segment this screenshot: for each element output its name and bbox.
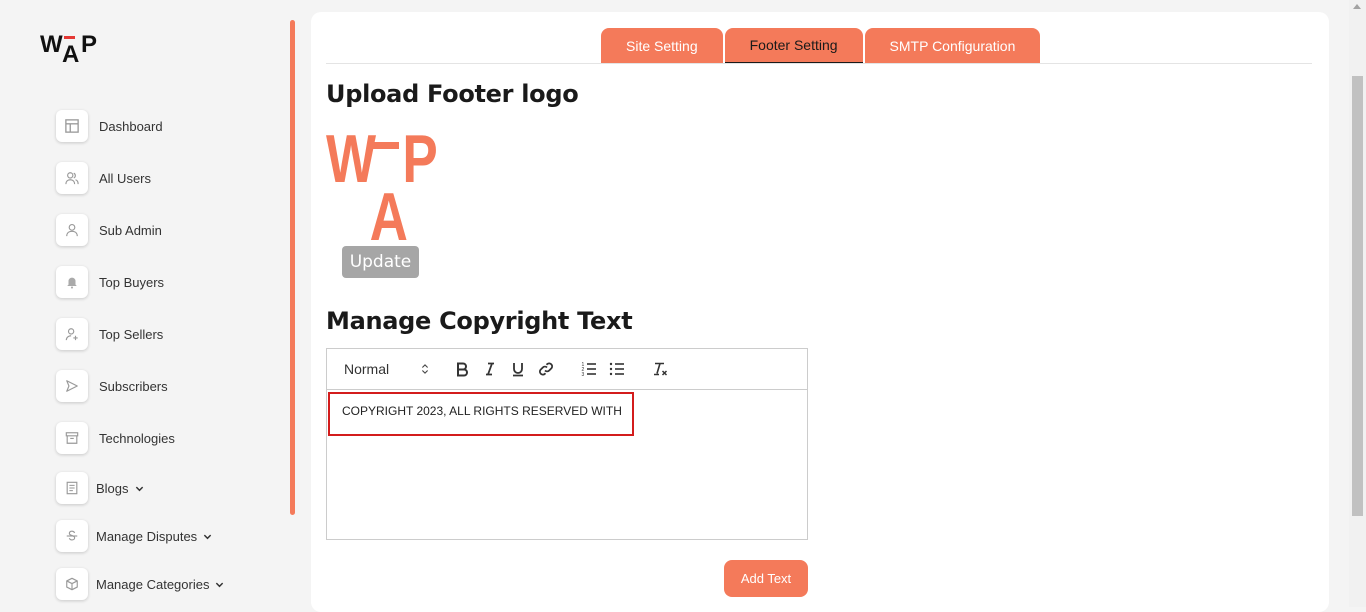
main-panel: Site Setting Footer Setting SMTP Configu… — [311, 12, 1329, 612]
chevron-down-icon — [135, 486, 143, 491]
bell-icon — [56, 266, 88, 298]
clear-format-icon — [654, 362, 668, 376]
underline-icon — [513, 363, 523, 377]
underline-button[interactable] — [509, 360, 527, 378]
svg-text:P: P — [81, 31, 97, 58]
sidebar-item-label: Dashboard — [99, 118, 163, 134]
italic-button[interactable] — [481, 360, 499, 378]
tab-divider — [326, 63, 1312, 64]
send-icon — [56, 370, 88, 402]
sidebar-item-top-buyers[interactable]: Top Buyers — [56, 262, 164, 302]
sidebar-item-subscribers[interactable]: Subscribers — [56, 366, 168, 406]
editor-content-area[interactable]: COPYRIGHT 2023, ALL RIGHTS RESERVED WITH — [327, 390, 807, 539]
svg-text:W: W — [40, 31, 63, 58]
sidebar-item-top-sellers[interactable]: Top Sellers — [56, 314, 163, 354]
heading-format-select[interactable]: Normal — [344, 360, 429, 378]
sidebar-item-label: Top Sellers — [99, 326, 164, 342]
ordered-list-icon: 123 — [582, 362, 596, 377]
sidebar-item-dashboard[interactable]: Dashboard — [56, 106, 163, 146]
footer-logo-preview: W A P — [326, 121, 438, 242]
sidebar-item-manage-categories[interactable]: Manage Categories — [56, 564, 224, 604]
sidebar-scrollbar[interactable] — [290, 20, 295, 515]
svg-text:A: A — [62, 41, 79, 68]
svg-text:W: W — [326, 121, 376, 197]
page-scrollbar[interactable] — [1349, 0, 1366, 607]
box-icon — [56, 568, 88, 600]
ordered-list-button[interactable]: 123 — [580, 360, 598, 378]
chevron-down-icon — [204, 534, 212, 539]
upload-footer-logo-title: Upload Footer logo — [326, 80, 579, 108]
editor-toolbar: Normal 123 — [327, 349, 807, 390]
sidebar-item-label: Manage Categories — [96, 576, 210, 592]
sidebar-item-label: Blogs — [96, 480, 129, 496]
bullet-list-button[interactable] — [608, 360, 626, 378]
tab-footer-setting[interactable]: Footer Setting — [724, 28, 863, 64]
sidebar-item-sub-admin[interactable]: Sub Admin — [56, 210, 162, 250]
select-arrows-icon — [421, 364, 429, 374]
sidebar-item-label: Subscribers — [99, 378, 168, 394]
bold-button[interactable] — [453, 360, 471, 378]
archive-icon — [56, 422, 88, 454]
user-plus-icon — [56, 318, 88, 350]
sidebar-item-label: All Users — [99, 170, 152, 186]
settings-tabs: Site Setting Footer Setting SMTP Configu… — [601, 28, 1041, 64]
scrollbar-thumb[interactable] — [1352, 76, 1363, 516]
dollar-icon — [56, 520, 88, 552]
users-icon — [56, 162, 88, 194]
clear-format-button[interactable] — [651, 360, 669, 378]
sidebar-item-manage-disputes[interactable]: Manage Disputes — [56, 516, 212, 556]
document-icon — [56, 472, 88, 504]
copyright-editor: Normal 123 COPYRIGHT 2023, ALL RIGHTS RE… — [326, 348, 808, 540]
svg-text:P: P — [402, 121, 437, 197]
sidebar-item-label: Technologies — [99, 430, 175, 446]
tab-site-setting[interactable]: Site Setting — [601, 28, 723, 64]
svg-text:3: 3 — [582, 372, 585, 377]
format-select-value: Normal — [344, 361, 390, 377]
add-text-button[interactable]: Add Text — [724, 560, 808, 597]
sidebar-item-blogs[interactable]: Blogs — [56, 468, 144, 508]
bold-icon — [457, 362, 468, 377]
link-icon — [539, 362, 553, 376]
tab-smtp-configuration[interactable]: SMTP Configuration — [864, 28, 1041, 64]
scroll-up-arrow-icon[interactable] — [1353, 4, 1361, 9]
copyright-text[interactable]: COPYRIGHT 2023, ALL RIGHTS RESERVED WITH — [342, 404, 622, 418]
sidebar-item-label: Manage Disputes — [96, 528, 198, 544]
user-icon — [56, 214, 88, 246]
manage-copyright-title: Manage Copyright Text — [326, 307, 633, 335]
sidebar-item-label: Sub Admin — [99, 222, 162, 238]
link-button[interactable] — [537, 360, 555, 378]
italic-icon — [486, 362, 494, 376]
sidebar-item-technologies[interactable]: Technologies — [56, 418, 175, 458]
sidebar-item-all-users[interactable]: All Users — [56, 158, 151, 198]
sidebar: W A P Dashboard All Users Sub Admin Top … — [0, 0, 290, 607]
wap-logo[interactable]: W A P — [40, 28, 104, 68]
dashboard-icon — [56, 110, 88, 142]
update-logo-button[interactable]: Update — [342, 246, 419, 278]
bullet-list-icon — [609, 362, 624, 376]
chevron-down-icon — [216, 582, 224, 587]
sidebar-item-label: Top Buyers — [99, 274, 165, 290]
